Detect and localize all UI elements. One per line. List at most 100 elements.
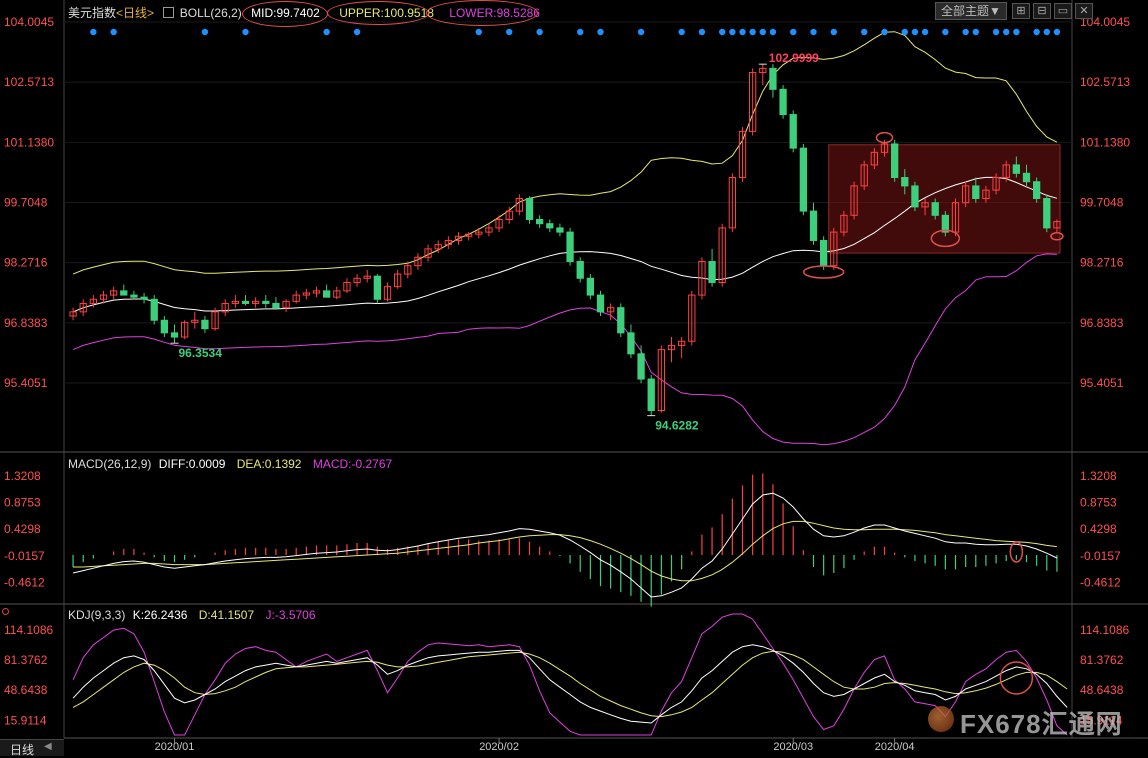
candle: [941, 211, 950, 237]
candle: [718, 223, 726, 287]
signal-dot: [830, 28, 837, 36]
macd-axis-label-left: 0.4298: [4, 522, 41, 536]
candle-body: [170, 332, 179, 338]
candle: [596, 290, 605, 317]
candle: [708, 248, 716, 287]
price-axis-label-right: 98.2716: [1080, 256, 1124, 270]
signal-dot: [911, 28, 919, 36]
signal-dot: [353, 28, 361, 36]
candle: [647, 374, 655, 416]
candle: [657, 345, 666, 413]
candle-body: [627, 332, 635, 355]
window-button-grid[interactable]: ⊞: [1012, 3, 1030, 19]
candle: [667, 337, 676, 363]
kdj-axis-label-right: 114.1086: [1080, 623, 1129, 637]
boll-settings-icon[interactable]: [163, 7, 175, 18]
candle-body: [130, 294, 138, 298]
signal-dot: [201, 28, 209, 36]
period-selector[interactable]: <日线>: [116, 6, 154, 20]
kdj-header: KDJ(9,3,3) K:26.2436 D:41.1507 J:-3.5706: [68, 608, 316, 622]
watermark-text: FX678汇通网: [960, 709, 1123, 739]
candle-body: [1032, 181, 1041, 200]
candle: [627, 324, 635, 359]
signal-dot: [536, 28, 543, 36]
candle: [383, 282, 392, 302]
signal-dot: [921, 28, 929, 36]
signal-dot: [790, 28, 797, 36]
watermark: FX678汇通网: [928, 704, 1138, 739]
extreme-low-label: 94.6282: [655, 419, 699, 433]
kdj-axis-label-left: 15.9114: [4, 713, 47, 727]
candle: [130, 290, 138, 300]
window-button-maximize[interactable]: ▭: [1054, 3, 1072, 19]
macd-name: MACD(26,12,9): [68, 457, 152, 471]
candle-body: [972, 185, 980, 200]
macd-axis-label-right: 0.4298: [1080, 522, 1117, 536]
candle: [160, 316, 169, 338]
macd-dea-value: DEA:0.1392: [236, 457, 302, 471]
macd-diff-line: [72, 492, 1058, 598]
candle-body: [708, 260, 716, 283]
signal-dot: [1013, 28, 1020, 36]
window-button-close[interactable]: ✕: [1075, 3, 1093, 19]
candle: [819, 236, 828, 270]
signal-dot: [942, 28, 949, 36]
window-button-minimize[interactable]: ⊟: [1033, 3, 1051, 19]
macd-header: MACD(26,12,9) DIFF:0.0009 DEA:0.1392 MAC…: [68, 457, 392, 471]
candle: [322, 284, 331, 298]
candle: [485, 223, 493, 237]
signal-dot: [1053, 28, 1061, 36]
candle: [799, 143, 808, 216]
price-axis-label-right: 95.4051: [1080, 376, 1124, 390]
candle: [769, 64, 777, 98]
candle: [637, 345, 645, 384]
price-chart-canvas[interactable]: 104.0045 104.0045102.5713 102.5713101.1380…: [0, 0, 1148, 755]
kdj-name: KDJ(9,3,3): [68, 608, 126, 622]
candle-body: [535, 219, 544, 225]
candle: [566, 227, 574, 266]
signal-dot: [678, 28, 685, 36]
time-axis-label: 2020/04: [875, 741, 915, 753]
candle: [120, 284, 128, 296]
candle-body: [150, 298, 158, 321]
candle: [221, 299, 229, 317]
kdj-j-line: [72, 613, 1068, 736]
kdj-axis-label-left: 48.6438: [4, 683, 48, 697]
macd-axis-label-right: -0.4612: [1080, 576, 1121, 590]
candle: [779, 85, 787, 119]
macd-macd-value: MACD:-0.2767: [312, 457, 393, 471]
theme-button[interactable]: 全部主题▼: [935, 2, 1007, 20]
price-axis-label-left: 101.1380: [4, 135, 54, 149]
extreme-low-label: 96.3534: [179, 346, 223, 360]
candle: [140, 292, 148, 304]
candle: [292, 290, 300, 304]
macd-axis-label-left: 1.3208: [4, 469, 41, 483]
signal-dot: [90, 28, 97, 36]
candle: [262, 295, 270, 308]
signal-dot: [597, 28, 604, 36]
candle-body: [789, 114, 797, 149]
macd-axis-label-right: 1.3208: [1080, 469, 1117, 483]
candle-body: [799, 147, 808, 212]
price-axis-label-left: 102.5713: [4, 75, 54, 89]
price-axis-label-left: 96.8383: [4, 316, 48, 330]
candle: [272, 297, 280, 310]
candle: [302, 288, 311, 300]
signal-dot: [749, 28, 756, 36]
candle: [809, 202, 818, 245]
kdj-axis-label-left: 81.3762: [4, 653, 48, 667]
mid-annotation-ellipse: [242, 1, 328, 27]
candle-body: [617, 307, 625, 334]
candle: [312, 286, 321, 298]
candle: [617, 303, 625, 338]
candle: [393, 269, 402, 289]
price-axis-label-left: 95.4051: [4, 376, 48, 390]
candle: [414, 253, 422, 270]
signal-dot: [242, 28, 249, 36]
candle-body: [931, 202, 939, 216]
period-tab[interactable]: 日线 ◀: [0, 739, 64, 757]
signal-dot: [577, 28, 584, 36]
time-axis-label: 2020/02: [479, 741, 519, 753]
signal-dot: [323, 28, 330, 36]
price-axis-label-right: 96.8383: [1080, 316, 1124, 330]
